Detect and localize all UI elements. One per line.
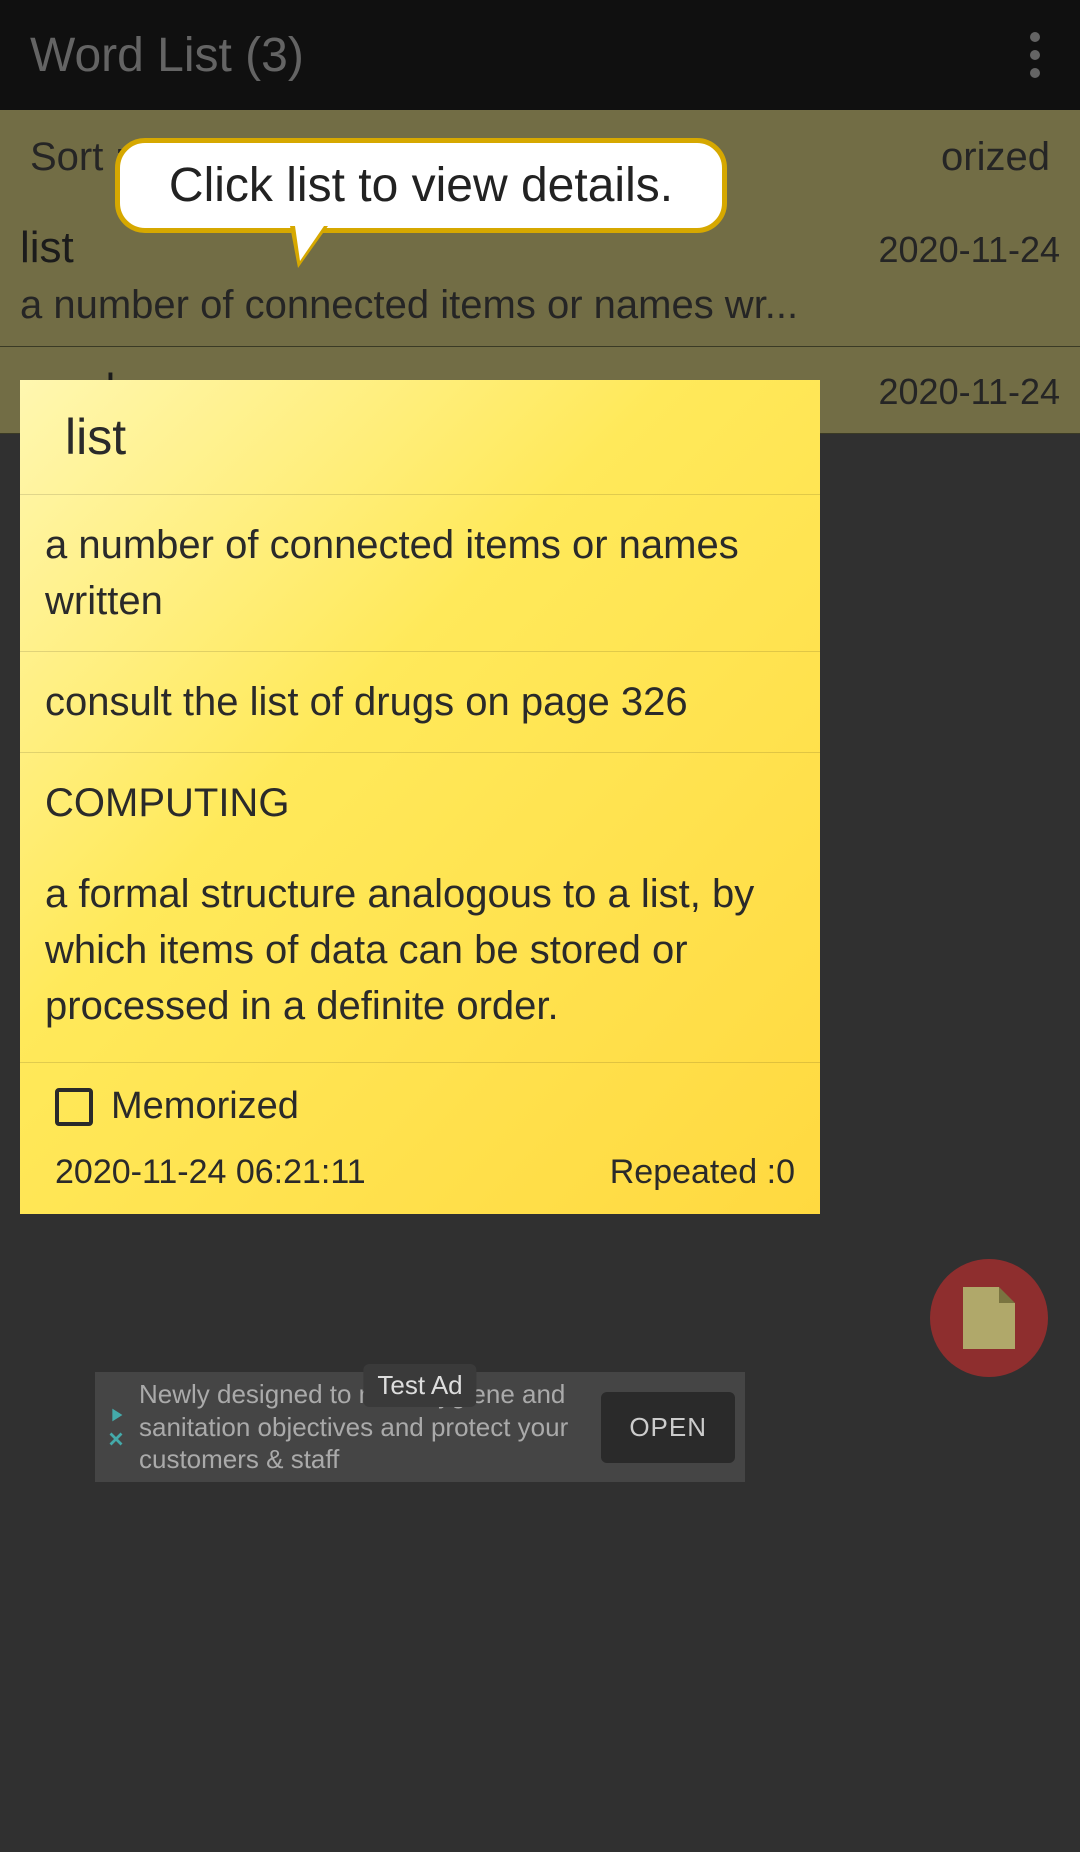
help-tooltip[interactable]: Click list to view details. xyxy=(115,138,727,233)
detail-timestamp: 2020-11-24 06:21:11 xyxy=(55,1153,366,1192)
ad-banner[interactable]: Test Ad Newly designed to meet hygiene a… xyxy=(95,1372,745,1482)
note-icon xyxy=(963,1287,1015,1349)
detail-definition-2: a formal structure analogous to a list, … xyxy=(45,866,795,1034)
ad-info-icons[interactable] xyxy=(105,1404,127,1450)
word-detail-dialog: list a number of connected items or name… xyxy=(20,380,820,1214)
memorized-checkbox-row[interactable]: Memorized xyxy=(55,1085,795,1128)
memorized-checkbox[interactable] xyxy=(55,1088,93,1126)
tooltip-tail-icon xyxy=(290,226,328,268)
detail-word: list xyxy=(20,380,820,495)
detail-footer: Memorized 2020-11-24 06:21:11 Repeated :… xyxy=(20,1063,820,1214)
detail-example: consult the list of drugs on page 326 xyxy=(20,652,820,753)
detail-definition-1: a number of connected items or names wri… xyxy=(20,495,820,652)
close-icon[interactable] xyxy=(105,1428,127,1450)
ad-open-button[interactable]: OPEN xyxy=(601,1392,735,1463)
play-icon xyxy=(105,1404,127,1426)
detail-repeated: Repeated :0 xyxy=(610,1153,795,1192)
detail-category: COMPUTING xyxy=(45,775,795,831)
memorized-label: Memorized xyxy=(111,1085,299,1128)
add-note-fab[interactable] xyxy=(930,1259,1048,1377)
tooltip-text: Click list to view details. xyxy=(169,158,673,213)
test-ad-badge: Test Ad xyxy=(363,1364,476,1407)
detail-computing-section: COMPUTING a formal structure analogous t… xyxy=(20,753,820,1063)
